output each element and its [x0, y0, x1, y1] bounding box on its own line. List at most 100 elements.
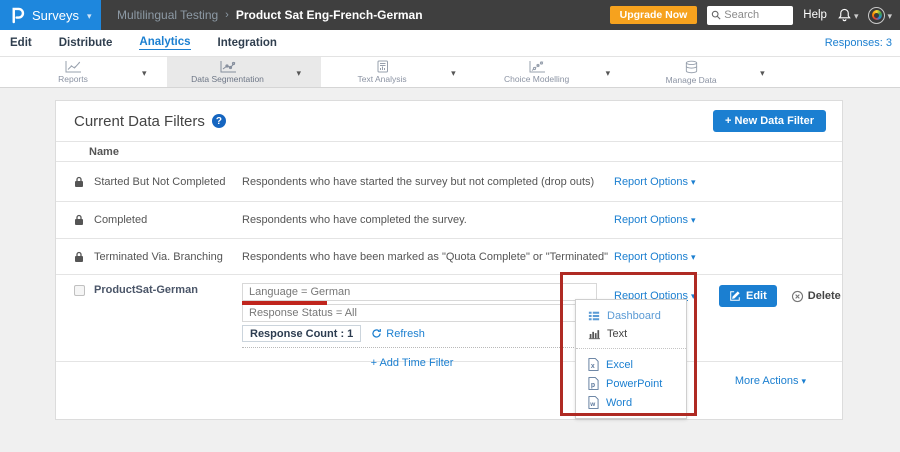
scatter-chart-icon [528, 60, 546, 73]
filter-description: Respondents who have started the survey … [242, 176, 614, 188]
report-options-dropdown[interactable]: Report Options [614, 214, 719, 226]
search-box[interactable] [707, 6, 793, 25]
page-title: Current Data Filters [74, 113, 205, 130]
segmentation-chart-icon [219, 60, 237, 73]
tab-analytics[interactable]: Analytics [139, 36, 190, 50]
more-actions-dropdown[interactable]: More Actions [735, 375, 806, 389]
pencil-icon [729, 290, 741, 302]
toolbar-item-text-analysis[interactable]: Text Analysis [321, 57, 476, 87]
add-time-filter-link[interactable]: + Add Time Filter [371, 357, 454, 369]
gauge-icon [872, 10, 882, 20]
edit-button[interactable]: Edit [719, 285, 777, 307]
lock-icon [74, 251, 84, 263]
word-file-icon: w [588, 396, 599, 409]
page: Surveys Multilingual Testing › Product S… [0, 0, 900, 452]
questionpro-logo-icon [10, 7, 25, 24]
powerpoint-file-icon: p [588, 377, 599, 390]
database-icon [684, 60, 699, 74]
filter-name: ProductSat-German [94, 284, 242, 296]
svg-text:w: w [589, 401, 595, 408]
chevron-down-icon[interactable] [142, 63, 147, 81]
chevron-down-icon [887, 6, 892, 24]
chevron-down-icon[interactable] [451, 63, 456, 81]
chevron-down-icon [691, 214, 696, 226]
filter-name: Started But Not Completed [94, 176, 242, 188]
bell-icon [837, 7, 852, 23]
notifications-menu[interactable] [837, 6, 859, 24]
refresh-icon [371, 328, 382, 339]
chevron-down-icon[interactable] [606, 63, 611, 81]
response-count-badge: Response Count : 1 [242, 325, 361, 342]
table-row: Terminated Via. Branching Respondents wh… [56, 238, 842, 274]
chevron-down-icon[interactable] [297, 63, 302, 81]
table-header-row: Name [56, 141, 842, 161]
filter-description: Respondents who have completed the surve… [242, 214, 614, 226]
filter-description: Respondents who have been marked as "Quo… [242, 251, 614, 263]
row-checkbox[interactable] [74, 285, 85, 296]
filter-criterion-language[interactable]: Language = German [242, 283, 597, 301]
current-data-filters-panel: Current Data Filters + New Data Filter N… [55, 100, 843, 420]
filter-criteria: Language = German Response Status = All … [242, 283, 614, 371]
row-actions: Edit Delete [719, 283, 842, 307]
filter-name: Completed [94, 214, 242, 226]
column-header-name: Name [89, 146, 119, 158]
avatar [868, 7, 885, 24]
dashboard-icon [588, 310, 600, 322]
report-options-dropdown[interactable]: Report Options [614, 251, 719, 263]
top-bar: Surveys Multilingual Testing › Product S… [0, 0, 900, 30]
menu-item-dashboard[interactable]: Dashboard [576, 307, 686, 325]
menu-item-word[interactable]: w Word [576, 393, 686, 412]
refresh-link[interactable]: Refresh [371, 328, 425, 340]
breadcrumb: Multilingual Testing › Product Sat Eng-F… [117, 8, 423, 22]
chevron-down-icon [691, 176, 696, 188]
panel-header: Current Data Filters + New Data Filter [56, 101, 842, 141]
menu-item-powerpoint[interactable]: p PowerPoint [576, 374, 686, 393]
help-icon[interactable] [212, 114, 226, 128]
survey-nav: Edit Distribute Analytics Integration Re… [0, 30, 900, 57]
tab-distribute[interactable]: Distribute [59, 37, 113, 50]
delete-button[interactable]: Delete [791, 290, 841, 303]
chevron-down-icon [854, 6, 859, 24]
time-filter-zone: + Add Time Filter [242, 347, 582, 371]
tab-edit[interactable]: Edit [10, 37, 32, 50]
responses-count[interactable]: Responses: 3 [825, 37, 892, 49]
menu-divider [576, 348, 686, 349]
product-label: Surveys [32, 8, 79, 23]
menu-item-text[interactable]: Text [576, 325, 686, 343]
toolbar-item-reports[interactable]: Reports [12, 57, 167, 87]
excel-file-icon: x [588, 358, 599, 371]
bar-chart-icon [588, 328, 600, 340]
chevron-down-icon [691, 251, 696, 263]
analytics-toolbar: Reports Data Segmentation Text Analysis … [0, 57, 900, 88]
toolbar-item-manage-data[interactable]: Manage Data [630, 57, 785, 87]
lock-icon [74, 214, 84, 226]
table-row: Completed Respondents who have completed… [56, 201, 842, 238]
text-report-icon [375, 60, 390, 73]
help-link[interactable]: Help [803, 9, 827, 21]
report-options-dropdown[interactable]: Report Options [614, 176, 719, 188]
breadcrumb-parent[interactable]: Multilingual Testing [117, 8, 218, 22]
upgrade-now-button[interactable]: Upgrade Now [610, 6, 698, 24]
chevron-down-icon [691, 290, 696, 302]
toolbar-item-data-segmentation[interactable]: Data Segmentation [167, 57, 322, 87]
table-row-productsat-german: ProductSat-German Language = German Resp… [56, 274, 842, 361]
svg-text:x: x [591, 363, 595, 370]
menu-item-excel[interactable]: x Excel [576, 355, 686, 374]
search-icon [711, 10, 721, 20]
chevron-down-icon[interactable] [760, 63, 765, 81]
new-data-filter-button[interactable]: + New Data Filter [713, 110, 826, 132]
tab-integration[interactable]: Integration [218, 37, 277, 50]
line-chart-icon [64, 60, 82, 73]
filter-name: Terminated Via. Branching [94, 251, 242, 263]
chevron-down-icon [801, 375, 806, 387]
toolbar-item-choice-modelling[interactable]: Choice Modelling [476, 57, 631, 87]
surveys-menu[interactable]: Surveys [0, 0, 101, 30]
topbar-right: Upgrade Now Help [610, 6, 900, 25]
report-options-menu: Dashboard Text x Excel p PowerPoint w Wo… [575, 299, 687, 419]
table-row: Started But Not Completed Respondents wh… [56, 161, 842, 201]
filter-criterion-response-status[interactable]: Response Status = All [242, 304, 590, 322]
search-input[interactable] [724, 9, 784, 21]
breadcrumb-separator: › [225, 9, 229, 21]
account-menu[interactable] [868, 6, 892, 24]
annotation-red-underline [242, 301, 327, 305]
